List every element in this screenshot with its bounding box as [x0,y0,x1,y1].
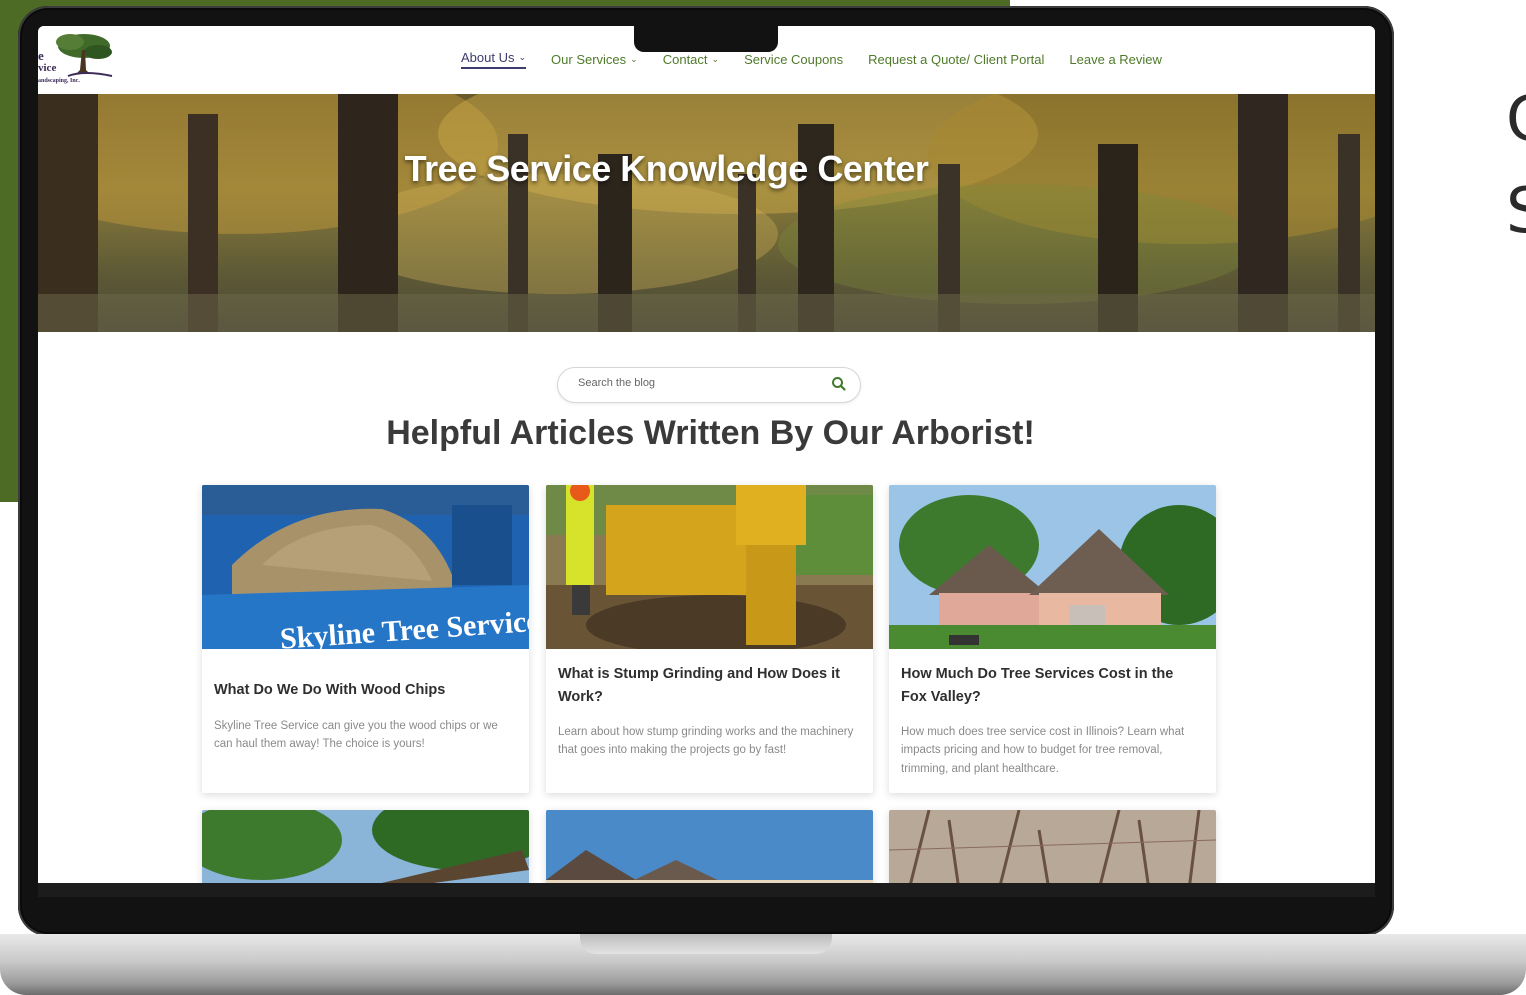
article-card-stump-grinding[interactable]: What is Stump Grinding and How Does it W… [546,485,873,793]
card-title[interactable]: What Do We Do With Wood Chips [214,679,513,702]
nav-about-us[interactable]: About Us ⌄ [461,50,527,69]
camera-notch [634,26,778,52]
fallen-tree-image [202,810,529,883]
card-excerpt: Skyline Tree Service can give you the wo… [214,720,498,751]
nav-contact[interactable]: Contact ⌄ [663,50,719,69]
card-image[interactable] [889,810,1216,883]
card-image[interactable] [202,810,529,883]
laptop-base-notch [580,934,832,954]
nav-label: About Us [461,50,515,65]
card-image[interactable] [546,810,873,883]
nav-service-coupons[interactable]: Service Coupons [744,50,843,69]
nav-label: Contact [662,52,708,67]
article-card-row2-2[interactable] [546,810,873,883]
main-nav: About Us ⌄ Our Services ⌄ Contact ⌄ Serv… [461,50,1162,69]
card-title[interactable]: What is Stump Grinding and How Does it W… [558,663,857,709]
card-image[interactable]: Skyline Tree Service [202,485,529,649]
card-title[interactable]: How Much Do Tree Services Cost in the Fo… [901,663,1200,709]
chevron-down-icon: ⌄ [518,52,527,62]
nav-request-quote[interactable]: Request a Quote/ Client Portal [868,50,1044,69]
card-excerpt: Learn about how stump grinding works and… [558,726,854,757]
side-heading-fragment-2: S [1506,174,1526,247]
blog-search [557,367,861,403]
search-input[interactable] [576,376,820,390]
section-title: Helpful Articles Written By Our Arborist… [386,414,1035,452]
laptop-screen: e vice andscaping, Inc. About Us ⌄ Our S… [38,26,1375,883]
card-image[interactable] [889,485,1216,649]
article-card-wood-chips[interactable]: Skyline Tree Service What Do We Do With … [202,485,529,793]
article-card-tree-service-cost[interactable]: How Much Do Tree Services Cost in the Fo… [889,485,1216,793]
nav-label: Our Services [551,52,627,67]
card-excerpt: How much does tree service cost in Illin… [901,726,1185,775]
house-roof-image [546,810,873,883]
chevron-down-icon: ⌄ [711,54,720,64]
forest-background-image [38,94,1375,332]
search-icon[interactable] [830,375,848,393]
suburban-houses-image [889,485,1216,649]
bare-trees-image [889,810,1216,883]
nav-our-services[interactable]: Our Services ⌄ [551,50,638,69]
nav-leave-review[interactable]: Leave a Review [1069,50,1162,69]
hero-banner: Tree Service Knowledge Center [38,94,1375,332]
hero-title: Tree Service Knowledge Center [404,148,929,189]
side-heading-fragment-1: C [1506,88,1526,150]
nav-label: Service Coupons [744,52,844,67]
wood-chip-truck-image: Skyline Tree Service [202,485,529,649]
stump-grinder-image [546,485,873,649]
nav-label: Request a Quote/ Client Portal [868,52,1045,67]
chevron-down-icon: ⌄ [630,54,638,64]
nav-label: Leave a Review [1069,52,1162,67]
laptop-screen-chin [38,883,1375,897]
site-logo[interactable]: e vice andscaping, Inc. [38,30,116,88]
article-card-row2-1[interactable] [202,810,529,883]
logo-text-3: andscaping, Inc. [38,78,80,84]
logo-text-2: vice [38,62,57,74]
card-image[interactable] [546,485,873,649]
article-card-row2-3[interactable] [889,810,1216,883]
